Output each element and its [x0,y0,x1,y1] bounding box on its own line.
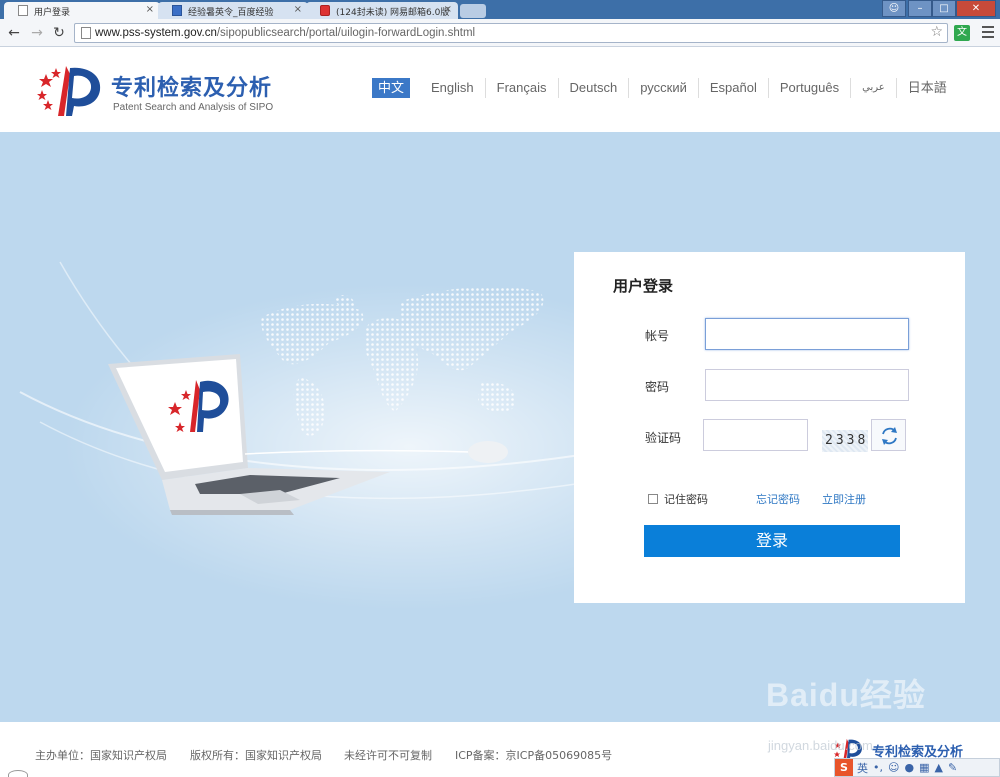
browser-toolbar: ← → ↻ www.pss-system.gov.cn/sipopublicse… [0,19,1000,47]
mail-favicon-icon [320,5,330,16]
baidu-watermark-url: jingyan.baidu.com [768,738,873,753]
login-button[interactable]: 登录 [644,525,900,557]
remember-label: 记住密码 [664,493,708,506]
mic-icon[interactable]: ● [904,761,914,774]
lang-russian[interactable]: русский [629,78,699,98]
site-title: 专利检索及分析 [111,76,273,101]
password-input[interactable] [705,369,909,401]
footer-no-copy: 未经许可不可复制 [344,749,432,762]
address-bar[interactable]: www.pss-system.gov.cn/sipopublicsearch/p… [74,23,948,43]
browser-tab-login[interactable]: 用户登录 × [4,2,160,19]
lang-chinese[interactable]: 中文 [372,78,411,98]
captcha-image[interactable]: 2338 [822,430,868,452]
password-label: 密码 [645,380,670,394]
lang-arabic[interactable]: عربي [851,78,897,98]
mouse-illustration [468,441,508,463]
star-icon[interactable]: ☆ [930,24,943,40]
user-icon[interactable]: ☺ [882,0,906,17]
lang-portuguese[interactable]: Português [769,78,852,98]
page-icon [81,27,91,39]
back-icon[interactable]: ← [6,25,22,41]
world-map-dots [261,286,544,436]
ime-toolbar: S 英 •, ☺ ● ▦ ▲ ✎ [834,758,1000,777]
tools-icon[interactable]: ✎ [948,761,957,774]
ime-mode[interactable]: 英 [857,760,868,776]
keyboard-icon[interactable]: ▦ [919,761,929,774]
browser-tab-bar: 用户登录 × 经验暑英令_百度经验 × (124封未读) 网易邮箱6.0版 × … [0,0,1000,19]
footer-copyright: 版权所有：国家知识产权局 [190,749,322,762]
lang-japanese[interactable]: 日本語 [897,78,958,98]
refresh-captcha-button[interactable] [871,419,906,451]
remember-password[interactable]: 记住密码 [648,491,708,507]
captcha-input[interactable] [703,419,808,451]
sipo-logo-icon [37,66,101,116]
window-controls: ☺ – □ ✕ [882,0,996,17]
account-label: 帐号 [645,329,670,343]
lang-german[interactable]: Deutsch [559,78,630,98]
footer-icp[interactable]: ICP备案：京ICP备05069085号 [455,747,612,763]
login-panel: 用户登录 帐号 密码 验证码 2338 记住密码 忘记密码 立即注册 登录 [574,252,965,603]
remember-checkbox[interactable] [648,494,658,504]
page-icon [18,5,28,16]
punctuation-icon[interactable]: •, [873,761,883,774]
tab-title: (124封未读) 网易邮箱6.0版 [336,8,450,18]
translate-extension-icon[interactable]: 文 [954,25,970,41]
login-banner: 用户登录 帐号 密码 验证码 2338 记住密码 忘记密码 立即注册 登录 [0,132,1000,722]
footer-host: 主办单位：国家知识产权局 [35,749,167,762]
lang-spanish[interactable]: Español [699,78,769,98]
login-title: 用户登录 [613,277,674,295]
reload-icon[interactable]: ↻ [51,25,67,41]
captcha-label: 验证码 [645,431,682,445]
forgot-password-link[interactable]: 忘记密码 [756,491,800,507]
close-window-icon[interactable]: ✕ [956,0,996,17]
emoji-icon[interactable]: ☺ [888,761,899,774]
lang-french[interactable]: Français [486,78,559,98]
browser-tab-mail[interactable]: (124封未读) 网易邮箱6.0版 × [306,2,458,19]
minimize-icon[interactable]: – [908,0,932,17]
site-subtitle: Patent Search and Analysis of SIPO [113,102,274,113]
tab-title: 用户登录 [34,8,71,18]
laptop-illustration [108,354,390,515]
menu-icon[interactable] [982,26,994,38]
sogou-ime-icon[interactable]: S [835,759,853,776]
baidu-favicon-icon [172,5,182,16]
url-text: www.pss-system.gov.cn/sipopublicsearch/p… [95,27,476,39]
tab-close-icon[interactable]: × [146,4,154,15]
maximize-icon[interactable]: □ [932,0,956,17]
new-tab-button[interactable] [460,4,486,18]
register-link[interactable]: 立即注册 [822,491,866,507]
tab-close-icon[interactable]: × [294,4,302,15]
site-header: 专利检索及分析 Patent Search and Analysis of SI… [0,48,1000,132]
tab-close-icon[interactable]: × [444,4,452,15]
status-indicator-icon [8,770,28,777]
refresh-icon [882,427,897,445]
account-input[interactable] [705,318,909,350]
language-switcher: 中文 English Français Deutsch русский Espa… [372,78,958,98]
lang-english[interactable]: English [420,78,486,98]
tab-title: 经验暑英令_百度经验 [188,8,274,18]
browser-tab-baidu[interactable]: 经验暑英令_百度经验 × [158,2,308,19]
skin-icon[interactable]: ▲ [934,761,942,774]
baidu-watermark: Baidu经验 [766,677,926,713]
forward-icon[interactable]: → [29,25,45,41]
